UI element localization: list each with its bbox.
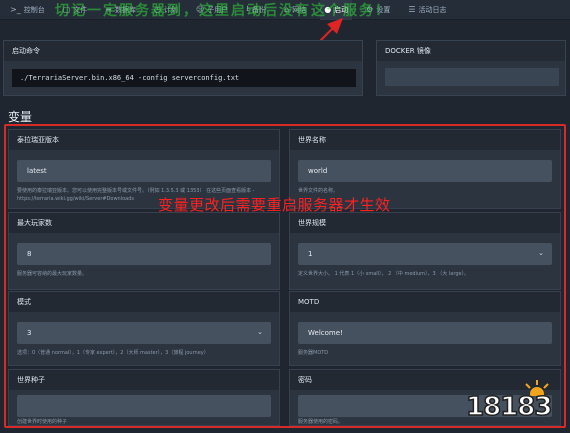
- tab-console[interactable]: >_ 控制台: [6, 0, 49, 20]
- variable-title: 世界名称: [290, 130, 560, 150]
- watermark-logo: 18183: [465, 380, 566, 428]
- variable-title: 泰拉瑞亚版本: [9, 130, 279, 150]
- world-name-input[interactable]: world: [298, 160, 552, 182]
- variable-description: 服务器MOTD: [298, 350, 329, 356]
- variable-description: 创建世界时使用的种子: [17, 419, 68, 425]
- variable-description: 选项：0（普通 normal），1（专家 expert），2（大师 master…: [17, 350, 209, 356]
- variables-heading: 变量: [8, 110, 33, 124]
- tab-label: 控制台: [23, 5, 45, 14]
- variable-title: 模式: [9, 292, 279, 312]
- mode-select[interactable]: 3 ⌄: [17, 322, 271, 344]
- chevron-down-icon: ⌄: [538, 249, 544, 257]
- docker-image-panel: DOCKER 镜像: [376, 40, 566, 96]
- startup-command-panel: 启动命令 ./TerrariaServer.bin.x86_64 -config…: [3, 40, 363, 96]
- motd-input[interactable]: Welcome!: [298, 322, 552, 344]
- variable-title: 最大玩家数: [9, 213, 279, 233]
- terminal-icon: >_: [10, 5, 21, 14]
- restart-warning: 变量更改后需要重启服务器才生效: [158, 196, 391, 214]
- world-size-select[interactable]: 1 ⌄: [298, 243, 552, 265]
- startup-command-title: 启动命令: [4, 41, 362, 61]
- list-icon: ☰: [408, 5, 416, 14]
- variable-card-world-size: 世界规模 1 ⌄ 定义世界大小。 1 代表 1（小 small）， 2 （中 m…: [289, 212, 561, 290]
- version-input[interactable]: latest: [17, 160, 271, 182]
- tab-label: 活动日志: [418, 5, 447, 14]
- world-seed-input[interactable]: [17, 395, 271, 417]
- max-players-input[interactable]: 8: [17, 243, 271, 265]
- world-size-value: 1: [308, 250, 313, 258]
- variable-description: 服务器可容纳的最大玩家数量。: [17, 271, 88, 277]
- startup-command-text: ./TerrariaServer.bin.x86_64 -config serv…: [12, 69, 356, 87]
- docker-image-select[interactable]: [385, 68, 559, 86]
- logo-text: 18183: [465, 391, 553, 423]
- variable-description: 定义世界大小。 1 代表 1（小 small）， 2 （中 medium），3 …: [298, 271, 470, 277]
- tab-activity[interactable]: ☰ 活动日志: [404, 0, 450, 20]
- docker-image-title: DOCKER 镜像: [377, 41, 565, 61]
- variable-card-mode: 模式 3 ⌄ 选项：0（普通 normal），1（专家 expert），2（大师…: [8, 291, 280, 366]
- variable-title: 世界规模: [290, 213, 560, 233]
- variable-title: MOTD: [290, 292, 560, 312]
- chevron-down-icon: ⌄: [257, 328, 263, 336]
- variable-card-motd: MOTD Welcome! 服务器MOTD: [289, 291, 561, 366]
- variable-title: 世界种子: [9, 370, 279, 390]
- mode-value: 3: [27, 329, 32, 337]
- variable-card-max-players: 最大玩家数 8 服务器可容纳的最大玩家数量。: [8, 212, 280, 290]
- variable-card-world-seed: 世界种子 创建世界时使用的种子: [8, 369, 280, 426]
